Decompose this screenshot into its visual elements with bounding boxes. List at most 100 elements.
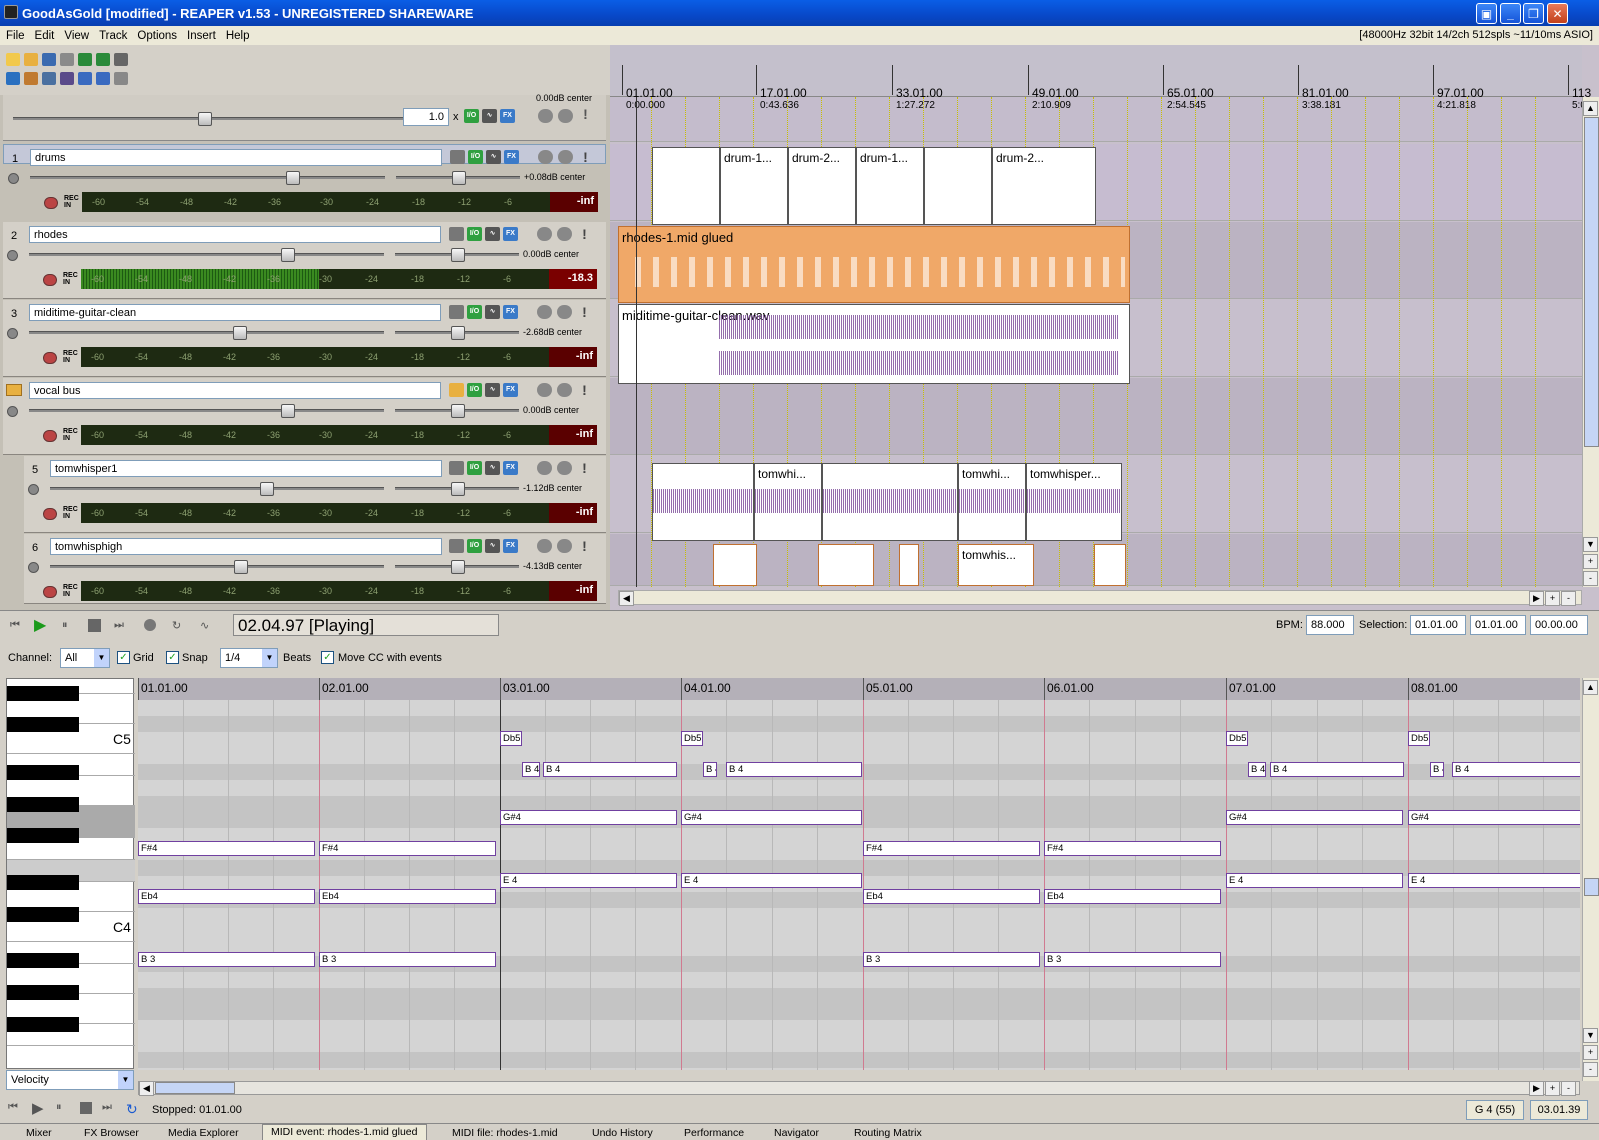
vocal-audio-item[interactable]: tomwhisper... <box>1026 463 1122 541</box>
record-arm-icon[interactable] <box>7 328 18 339</box>
drum-item[interactable]: drum-2... <box>992 147 1096 225</box>
midi-pause-icon[interactable]: ⏸ <box>56 1101 70 1115</box>
black-key[interactable] <box>7 907 79 922</box>
minimize-button[interactable]: _ <box>1500 3 1521 24</box>
record-input-icon[interactable] <box>43 430 57 442</box>
menu-file[interactable]: File <box>6 30 25 42</box>
vocal-audio-item[interactable] <box>713 544 757 586</box>
midi-horizontal-scrollbar[interactable]: ◀ ▶ + - <box>138 1081 1580 1096</box>
track-mute-icon[interactable] <box>537 227 552 241</box>
tab-routing-matrix[interactable]: Routing Matrix <box>846 1126 930 1140</box>
track-envelope-icon[interactable]: ∿ <box>486 150 501 164</box>
snap-checkbox[interactable]: ✓ <box>166 651 179 664</box>
track-fx-button[interactable]: FX <box>503 227 518 241</box>
pause-icon[interactable]: ⏸ <box>62 619 76 633</box>
grid-checkbox[interactable]: ✓ <box>117 651 130 664</box>
midi-note[interactable]: F#4 <box>138 841 315 857</box>
track-fx-button[interactable]: FX <box>504 150 519 164</box>
audio-device-status[interactable]: [48000Hz 32bit 14/2ch 512spls ~11/10ms A… <box>1359 29 1593 41</box>
track-phase-icon[interactable]: ! <box>577 383 592 397</box>
track-envelope-icon[interactable]: ∿ <box>485 305 500 319</box>
menu-edit[interactable]: Edit <box>35 30 55 42</box>
track-pan-fader[interactable] <box>395 326 519 340</box>
midi-go-start-icon[interactable]: ⏮ <box>8 1101 22 1115</box>
vocal-audio-item[interactable] <box>1094 544 1126 586</box>
midi-loop-icon[interactable]: ↻ <box>126 1101 140 1117</box>
tab-media-explorer[interactable]: Media Explorer <box>160 1126 247 1140</box>
zoom-out-icon[interactable]: - <box>1583 1062 1598 1077</box>
midi-note[interactable]: B 3 <box>319 952 496 968</box>
master-phase-icon[interactable]: ! <box>578 107 593 121</box>
midi-note[interactable]: B 4 <box>1248 762 1266 778</box>
midi-note[interactable]: B 4 <box>726 762 862 778</box>
selection-length-field[interactable]: 00.00.00 <box>1530 615 1588 635</box>
track-name-field[interactable]: drums <box>30 149 442 166</box>
track-folder-icon[interactable] <box>449 227 464 241</box>
track-row[interactable]: 6 tomwhisphigh I/O ∿ FX ! -4.13dB center… <box>24 534 606 604</box>
zoom-out-icon[interactable]: - <box>1583 571 1598 586</box>
track-peak-readout[interactable]: -18.3 <box>549 269 597 289</box>
midi-note[interactable]: F#4 <box>863 841 1040 857</box>
track-volume-fader[interactable] <box>29 248 384 262</box>
black-key[interactable] <box>7 717 79 732</box>
scroll-thumb[interactable] <box>1584 117 1599 447</box>
tab-mixer[interactable]: Mixer <box>18 1126 60 1140</box>
record-input-icon[interactable] <box>43 586 57 598</box>
drum-item[interactable]: drum-1... <box>856 147 924 225</box>
track-name-field[interactable]: miditime-guitar-clean <box>29 304 441 321</box>
go-to-end-icon[interactable]: ⏭ <box>114 619 128 633</box>
record-arm-icon[interactable] <box>7 250 18 261</box>
master-io-button[interactable]: I/O <box>464 109 479 123</box>
selection-end-field[interactable]: 01.01.00 <box>1470 615 1526 635</box>
track-pan-fader[interactable] <box>396 171 520 185</box>
midi-note[interactable]: B 4 <box>543 762 677 778</box>
midi-note[interactable]: E 4 <box>1226 873 1403 889</box>
new-project-icon[interactable] <box>6 53 20 66</box>
play-icon[interactable]: ▶ <box>34 615 48 634</box>
track-envelope-icon[interactable]: ∿ <box>485 461 500 475</box>
lock-icon[interactable] <box>114 72 128 85</box>
hzoom-out-icon[interactable]: - <box>1561 1081 1576 1096</box>
scroll-thumb[interactable] <box>1584 878 1599 896</box>
midi-note[interactable]: Db5 <box>1226 730 1248 746</box>
track-volume-fader[interactable] <box>29 326 384 340</box>
track-row[interactable]: vocal bus I/O ∿ FX ! 0.00dB center REC IN… <box>3 378 606 455</box>
record-icon[interactable] <box>144 619 156 631</box>
midi-note[interactable]: Db5 <box>1408 730 1430 746</box>
midi-note[interactable]: B 4 <box>1452 762 1580 778</box>
midi-note[interactable]: Eb4 <box>319 888 496 904</box>
record-arm-icon[interactable] <box>28 562 39 573</box>
midi-vertical-scrollbar[interactable]: ▲ ▼ + - <box>1582 678 1599 1081</box>
tab-performance[interactable]: Performance <box>676 1126 752 1140</box>
track-row[interactable]: 3 miditime-guitar-clean I/O ∿ FX ! -2.68… <box>3 300 606 377</box>
redo-icon[interactable] <box>96 53 110 66</box>
track-volume-fader[interactable] <box>30 171 385 185</box>
track-volume-fader[interactable] <box>50 560 384 574</box>
track-envelope-icon[interactable]: ∿ <box>485 539 500 553</box>
track-envelope-icon[interactable]: ∿ <box>485 227 500 241</box>
midi-note[interactable]: B 3 <box>138 952 315 968</box>
record-arm-icon[interactable] <box>8 173 19 184</box>
track-row[interactable]: 2 rhodes I/O ∿ FX ! 0.00dB center REC IN … <box>3 222 606 299</box>
repeat-icon[interactable]: ↻ <box>172 619 186 633</box>
track-folder-icon[interactable] <box>449 539 464 553</box>
vocal-audio-item[interactable]: tomwhis... <box>958 544 1034 586</box>
guitar-audio-item[interactable]: miditime-guitar-clean.wav <box>618 304 1130 384</box>
master-volume-fader[interactable] <box>13 112 403 126</box>
master-rate-field[interactable]: 1.0 <box>403 108 449 126</box>
folder-icon[interactable] <box>6 384 22 396</box>
maximize-button[interactable]: ❐ <box>1523 3 1544 24</box>
white-key[interactable] <box>7 859 135 860</box>
master-mute-icon[interactable] <box>538 109 553 123</box>
menu-help[interactable]: Help <box>226 30 250 42</box>
midi-note[interactable]: Eb4 <box>1044 888 1221 904</box>
black-key[interactable] <box>7 875 79 890</box>
cc-lane-select[interactable]: Velocity ▼ <box>6 1070 134 1090</box>
scroll-right-icon[interactable]: ▶ <box>1529 1081 1544 1096</box>
midi-note[interactable]: E 4 <box>681 873 862 889</box>
midi-note-grid[interactable]: Db5Db5Db5Db5B 4B 4B 4B 4B 4B 4B 4B 4G#4G… <box>138 700 1580 1070</box>
track-fx-button[interactable]: FX <box>503 305 518 319</box>
midi-note[interactable]: G#4 <box>1408 809 1580 825</box>
track-row[interactable]: 5 tomwhisper1 I/O ∿ FX ! -1.12dB center … <box>24 456 606 533</box>
menu-options[interactable]: Options <box>137 30 177 42</box>
